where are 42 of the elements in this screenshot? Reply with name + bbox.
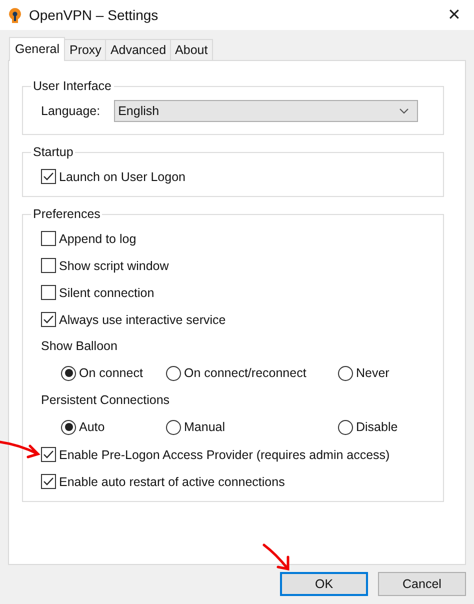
checkbox-label: Silent connection xyxy=(59,286,154,300)
radio-button[interactable] xyxy=(338,420,353,434)
section-label: Persistent Connections xyxy=(41,393,170,407)
radio-label: Disable xyxy=(356,420,398,434)
radio-button[interactable] xyxy=(166,420,181,434)
radio-label: Never xyxy=(356,366,390,380)
checkbox[interactable] xyxy=(41,285,56,300)
group-title: User Interface xyxy=(32,79,113,93)
checkbox[interactable] xyxy=(41,312,56,327)
checkbox[interactable] xyxy=(41,231,56,246)
tab[interactable]: Proxy xyxy=(64,39,106,60)
checkbox-label: Enable Pre-Logon Access Provider (requires admin access) xyxy=(59,448,390,462)
tab[interactable]: About xyxy=(170,39,213,60)
checkbox-label: Always use interactive service xyxy=(59,312,226,326)
chevron-down-icon xyxy=(399,108,410,114)
group-title: Startup xyxy=(32,145,74,159)
radio-button[interactable] xyxy=(61,420,76,434)
group-title: Preferences xyxy=(32,207,102,221)
language-dropdown[interactable]: English xyxy=(114,100,418,122)
radio-button[interactable] xyxy=(166,366,181,380)
radio-label: Auto xyxy=(79,420,105,434)
checkbox[interactable] xyxy=(41,169,56,184)
checkbox[interactable] xyxy=(41,258,56,273)
window-title: OpenVPN – Settings xyxy=(29,7,160,23)
checkbox-label: Append to log xyxy=(59,232,136,246)
field-label: Language: xyxy=(41,104,100,118)
section-label: Show Balloon xyxy=(41,339,118,353)
checkbox-label: Enable auto restart of active connections xyxy=(59,474,285,488)
checkbox[interactable] xyxy=(41,474,56,489)
lock-icon xyxy=(8,7,22,23)
radio-label: Manual xyxy=(184,420,225,434)
radio-button[interactable] xyxy=(338,366,353,380)
checkbox-label: Show script window xyxy=(59,258,169,272)
radio-label: On connect/reconnect xyxy=(184,366,306,380)
dialog-button[interactable]: OK xyxy=(280,572,368,596)
dialog-button[interactable]: Cancel xyxy=(378,572,466,596)
checkbox[interactable] xyxy=(41,447,56,462)
checkbox-label: Launch on User Logon xyxy=(59,170,186,184)
tab[interactable]: General xyxy=(9,37,66,61)
radio-label: On connect xyxy=(79,366,143,380)
radio-button[interactable] xyxy=(61,366,76,380)
close-button[interactable]: ✕ xyxy=(434,5,474,25)
